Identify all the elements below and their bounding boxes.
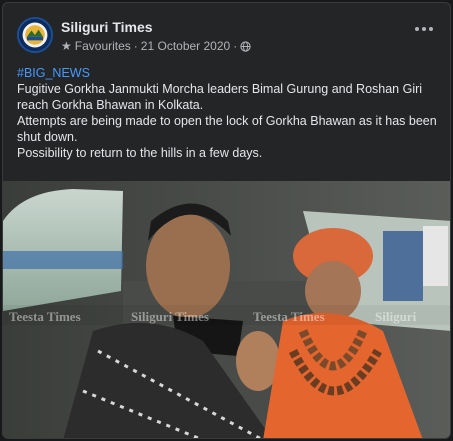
photo-watermark: Siliguri Times	[131, 309, 209, 324]
post-meta: ★ Favourites · 21 October 2020 ·	[61, 39, 251, 53]
photo-watermark: Teesta Times	[9, 309, 81, 324]
post-body: #BIG_NEWS Fugitive Gorkha Janmukti Morch…	[17, 65, 442, 161]
page-avatar[interactable]	[17, 17, 53, 53]
meta-separator: ·	[233, 39, 238, 53]
post-date[interactable]: 21 October 2020	[141, 39, 230, 53]
globe-icon	[240, 40, 251, 52]
siliguri-times-logo-icon	[19, 19, 51, 51]
meta-separator: ·	[133, 39, 138, 53]
more-options-button[interactable]	[412, 21, 436, 37]
photo-watermark: Teesta Times	[253, 309, 325, 324]
more-options-icon	[415, 27, 419, 31]
page-name-link[interactable]: Siliguri Times	[61, 19, 153, 35]
audience-label[interactable]: Favourites	[75, 39, 131, 53]
hashtag-link[interactable]: #BIG_NEWS	[17, 65, 442, 81]
facebook-post-card: Siliguri Times ★ Favourites · 21 October…	[2, 2, 451, 439]
post-header: Siliguri Times ★ Favourites · 21 October…	[3, 3, 450, 59]
post-paragraph: Possibility to return to the hills in a …	[17, 146, 263, 160]
post-photo[interactable]: Teesta Times Siliguri Times Teesta Times…	[3, 181, 450, 438]
post-paragraph: Attempts are being made to open the lock…	[17, 114, 437, 144]
star-icon: ★	[61, 39, 72, 53]
post-paragraph: Fugitive Gorkha Janmukti Morcha leaders …	[17, 82, 423, 112]
photo-watermark: Siliguri	[375, 309, 417, 324]
